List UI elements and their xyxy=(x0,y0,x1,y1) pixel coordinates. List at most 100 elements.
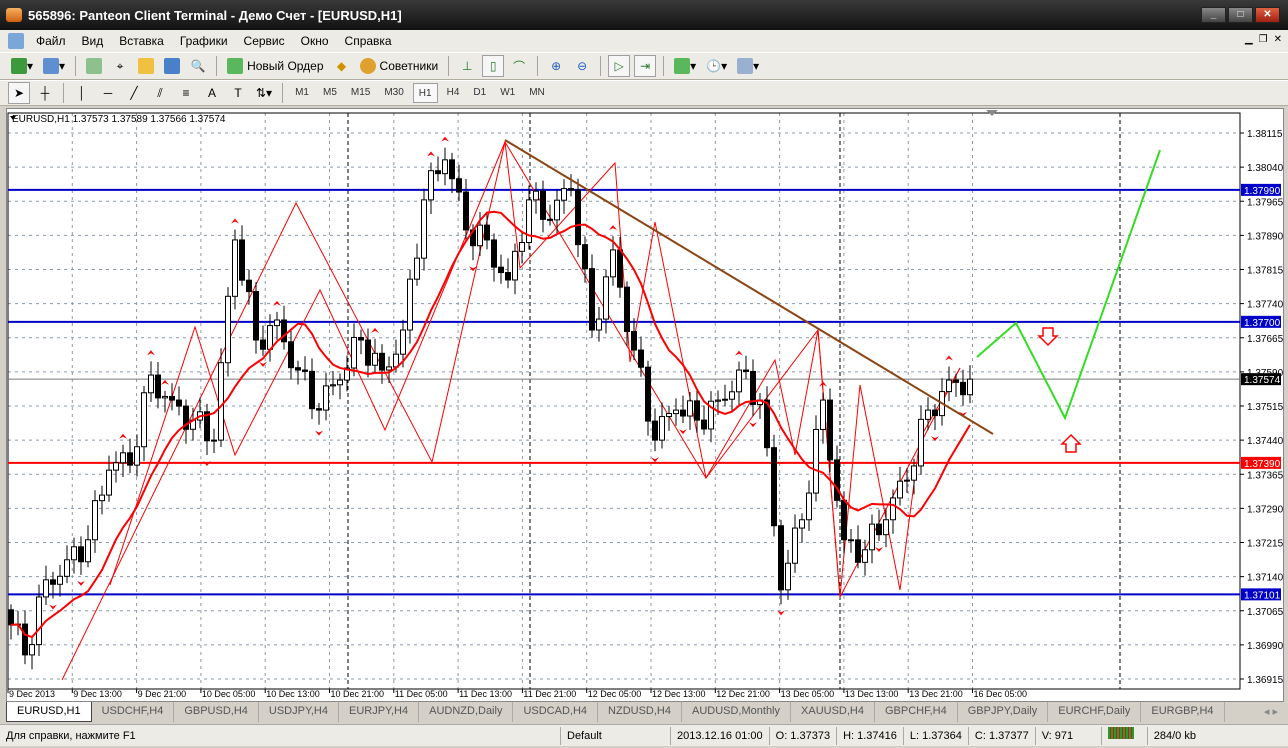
candle-body xyxy=(365,339,371,366)
time-label: 13 Dec 05:00 xyxy=(781,689,835,699)
status-high: H: 1.37416 xyxy=(836,726,903,745)
trendline-icon[interactable]: ╱ xyxy=(123,82,145,104)
menu-view[interactable]: Вид xyxy=(74,34,112,48)
timeframe-m15[interactable]: M15 xyxy=(346,83,375,103)
chart-tab[interactable]: EURGBP,H4 xyxy=(1141,702,1225,722)
line-chart-icon[interactable]: ⌒ xyxy=(508,55,530,77)
chart-tab[interactable]: EURCHF,Daily xyxy=(1048,702,1142,722)
candle-body xyxy=(512,250,518,281)
zoom-out-icon[interactable]: ⊖ xyxy=(571,55,593,77)
autoscroll-icon[interactable]: ▷ xyxy=(608,55,631,77)
metaeditor-icon[interactable]: ◆ xyxy=(331,55,353,77)
close-button[interactable]: ✕ xyxy=(1255,7,1280,23)
candle-body xyxy=(792,527,798,564)
level-price-label: 1.37390 xyxy=(1244,459,1281,470)
market-watch-icon[interactable] xyxy=(83,55,105,77)
chart-tab[interactable]: EURJPY,H4 xyxy=(339,702,420,722)
profiles-button[interactable]: ▾ xyxy=(40,55,68,77)
candle-body xyxy=(260,339,266,350)
price-tick-label: 1.37515 xyxy=(1247,402,1284,413)
candle-body xyxy=(666,413,672,418)
menu-file[interactable]: Файл xyxy=(28,34,74,48)
navigator-icon[interactable] xyxy=(135,55,157,77)
candle-body xyxy=(64,559,70,577)
candle-body xyxy=(967,378,973,396)
candle-body xyxy=(827,399,833,461)
chart-tab[interactable]: USDCHF,H4 xyxy=(92,702,175,722)
periods-button[interactable]: 🕒▾ xyxy=(703,55,730,77)
horizontal-line-icon[interactable]: ─ xyxy=(97,82,119,104)
text-label-icon[interactable]: T xyxy=(227,82,249,104)
timeframe-m1[interactable]: M1 xyxy=(290,83,314,103)
timeframe-h1[interactable]: H1 xyxy=(412,83,438,103)
chart-tab[interactable]: AUDUSD,Monthly xyxy=(682,702,792,722)
terminal-icon[interactable] xyxy=(161,55,183,77)
candle-body xyxy=(645,366,651,422)
status-volume: V: 971 xyxy=(1034,726,1101,745)
arrows-icon[interactable]: ⇅▾ xyxy=(253,82,275,104)
fractal-down-icon xyxy=(875,546,883,552)
tab-scroll-arrows[interactable]: ◂ ▸ xyxy=(1264,705,1278,718)
price-tick-label: 1.36990 xyxy=(1247,641,1284,652)
tester-icon[interactable]: 🔍 xyxy=(187,55,209,77)
candle-body xyxy=(820,399,826,430)
new-chart-button[interactable]: ▾ xyxy=(8,55,36,77)
vertical-line-icon[interactable]: │ xyxy=(71,82,93,104)
fibonacci-icon[interactable]: ≡ xyxy=(175,82,197,104)
timeframe-m5[interactable]: M5 xyxy=(318,83,342,103)
candle-body xyxy=(113,462,119,471)
timeframe-d1[interactable]: D1 xyxy=(468,83,491,103)
timeframe-mn[interactable]: MN xyxy=(524,83,550,103)
advisors-button[interactable]: Советники xyxy=(357,55,442,77)
price-chart[interactable]: EURUSD,H1 1.37573 1.37589 1.37566 1.3757… xyxy=(6,108,1284,702)
chart-tab[interactable]: GBPCHF,H4 xyxy=(875,702,958,722)
chart-tab[interactable]: GBPJPY,Daily xyxy=(958,702,1049,722)
candle-body xyxy=(106,469,112,496)
maximize-button[interactable]: □ xyxy=(1228,7,1253,23)
chart-tab[interactable]: USDCAD,H4 xyxy=(513,702,599,722)
title-bar: 565896: Panteon Client Terminal - Демо С… xyxy=(0,0,1288,30)
timeframe-m30[interactable]: M30 xyxy=(379,83,408,103)
candle-body xyxy=(750,370,756,405)
mdi-close-button[interactable]: ✕ xyxy=(1274,34,1282,45)
candle-body xyxy=(568,188,574,191)
mdi-minimize-button[interactable]: ▁ xyxy=(1245,34,1253,45)
cursor-icon[interactable]: ➤ xyxy=(8,82,30,104)
minimize-button[interactable]: _ xyxy=(1201,7,1226,23)
templates-button[interactable]: ▾ xyxy=(734,55,762,77)
mdi-restore-button[interactable]: ❐ xyxy=(1259,34,1268,45)
candle-body xyxy=(169,395,175,401)
candle-body xyxy=(8,609,14,626)
menu-charts[interactable]: Графики xyxy=(172,34,236,48)
chart-shift-icon[interactable]: ⇥ xyxy=(634,55,657,77)
indicators-button[interactable]: ▾ xyxy=(671,55,699,77)
new-order-button[interactable]: Новый Ордер xyxy=(224,55,326,77)
menu-tools[interactable]: Сервис xyxy=(236,34,293,48)
menu-window[interactable]: Окно xyxy=(293,34,337,48)
status-time: 2013.12.16 01:00 xyxy=(670,726,769,745)
candlestick-chart-icon[interactable]: ▯ xyxy=(482,55,505,77)
chart-tab[interactable]: NZDUSD,H4 xyxy=(598,702,682,722)
menu-help[interactable]: Справка xyxy=(337,34,400,48)
price-tick-label: 1.37665 xyxy=(1247,334,1284,345)
fractal-down-icon xyxy=(749,422,757,428)
trendline xyxy=(504,139,994,435)
time-label: 10 Dec 21:00 xyxy=(331,689,385,699)
chart-tab[interactable]: USDJPY,H4 xyxy=(259,702,339,722)
time-label: 11 Dec 13:00 xyxy=(459,689,512,699)
chart-tab[interactable]: EURUSD,H1 xyxy=(6,702,92,722)
text-tool-icon[interactable]: A xyxy=(201,82,223,104)
zoom-in-icon[interactable]: ⊕ xyxy=(545,55,567,77)
chart-tab[interactable]: GBPUSD,H4 xyxy=(174,702,259,722)
chart-tab[interactable]: AUDNZD,Daily xyxy=(419,702,514,722)
equidistant-channel-icon[interactable]: ⫽ xyxy=(149,82,171,104)
candle-body xyxy=(246,279,252,293)
candle-body xyxy=(57,575,63,585)
menu-insert[interactable]: Вставка xyxy=(111,34,172,48)
timeframe-h4[interactable]: H4 xyxy=(442,83,465,103)
chart-tab[interactable]: XAUUSD,H4 xyxy=(791,702,875,722)
timeframe-w1[interactable]: W1 xyxy=(495,83,520,103)
crosshair-tool-icon[interactable]: ┼ xyxy=(34,82,56,104)
crosshair-icon[interactable]: ⌖ xyxy=(109,55,131,77)
bar-chart-icon[interactable]: ⊥ xyxy=(456,55,478,77)
